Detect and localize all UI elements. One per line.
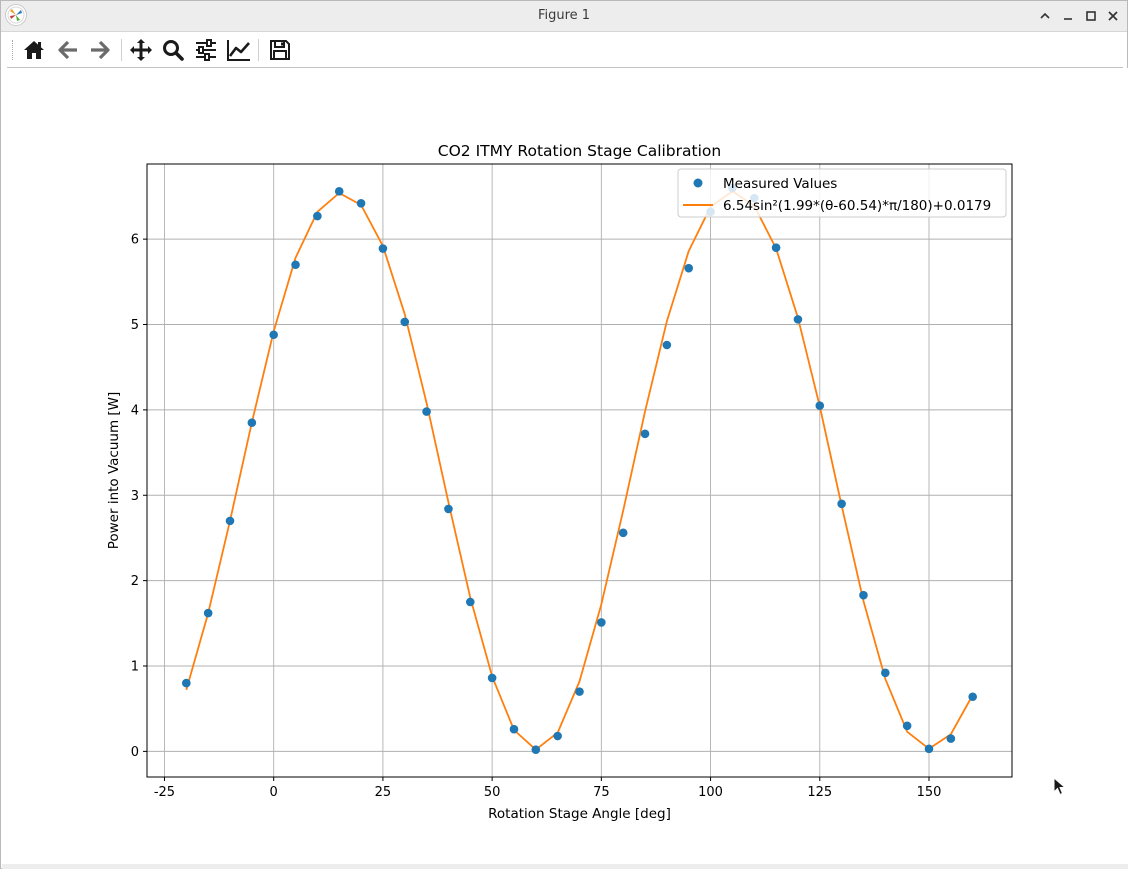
measured-point <box>378 244 388 253</box>
plot-figure[interactable]: -25 0 25 50 75 100 125 150 0 1 2 3 4 5 6 CO2 ITMY Rota… <box>2 68 1128 864</box>
y-tick-label: 4 <box>131 403 139 418</box>
arrow-right-icon <box>91 40 110 60</box>
floppy-disk-icon <box>270 40 290 60</box>
measured-point <box>662 340 672 350</box>
legend: Measured Values 6.54sin²(1.99*(θ-60.54)*… <box>677 168 1007 218</box>
measured-point <box>313 211 322 221</box>
sliders-icon <box>196 39 216 61</box>
measured-point <box>356 198 366 208</box>
legend-marker-measured <box>693 178 703 188</box>
measured-point <box>465 597 475 607</box>
measured-point <box>531 745 541 754</box>
measured-point <box>182 678 191 688</box>
status-bar <box>2 864 1128 869</box>
edit-axes-button[interactable] <box>224 35 254 65</box>
measured-point <box>771 243 781 252</box>
x-tick-label: 100 <box>698 785 723 800</box>
y-tick-label: 6 <box>131 233 139 248</box>
x-axis-label: Rotation Stage Angle [deg] <box>488 806 671 822</box>
measured-point <box>968 692 977 702</box>
measured-point <box>575 687 584 696</box>
line-chart-icon <box>227 40 250 61</box>
measured-point <box>509 724 519 734</box>
figure-canvas[interactable]: -25 0 25 50 75 100 125 150 0 1 2 3 4 5 6 CO2 ITMY Rota… <box>2 68 1128 864</box>
x-tick-label: 75 <box>593 785 610 800</box>
y-axis-label: Power into Vacuum [W] <box>106 392 122 550</box>
measured-point <box>444 504 453 514</box>
mouse-pointer-icon <box>1053 776 1067 797</box>
figure-window: Figure 1 -25 0 25 50 75 100 125 150 0 1 … <box>0 0 1128 869</box>
measured-point <box>815 401 825 410</box>
measured-point <box>334 187 344 196</box>
measured-point <box>902 721 912 731</box>
measured-point <box>553 731 562 741</box>
subplots-button[interactable] <box>191 35 221 65</box>
y-tick-label: 5 <box>131 318 139 333</box>
x-tick-label: 25 <box>375 785 392 800</box>
x-tick-label: 0 <box>270 785 278 800</box>
back-button[interactable] <box>53 35 83 65</box>
toolbar-grip[interactable] <box>12 40 15 60</box>
measured-point <box>881 668 890 678</box>
move-icon <box>130 39 152 61</box>
measured-point <box>487 673 497 683</box>
home-icon <box>24 41 44 59</box>
toolbar-separator <box>121 39 122 61</box>
y-tick-label: 3 <box>131 489 139 504</box>
grid-layer <box>147 164 1012 777</box>
x-tick-label: 50 <box>484 785 501 800</box>
y-tick-label: 2 <box>131 574 139 589</box>
axes-frame <box>146 163 1013 778</box>
forward-button[interactable] <box>85 35 115 65</box>
measured-point <box>247 418 257 427</box>
arrow-left-icon <box>58 40 77 60</box>
measured-point <box>597 618 606 627</box>
measured-point <box>837 499 846 509</box>
measured-point <box>793 315 803 324</box>
measured-points-layer <box>182 183 977 754</box>
measured-point <box>291 260 300 270</box>
window-title: Figure 1 <box>537 8 591 23</box>
zoom-button[interactable] <box>158 35 188 65</box>
legend-label-measured: Measured Values <box>723 176 837 192</box>
chart-title: CO2 ITMY Rotation Stage Calibration <box>438 142 721 160</box>
measured-point <box>640 429 650 439</box>
toolbar-separator <box>258 39 259 61</box>
chevron-up-icon[interactable] <box>1036 7 1054 25</box>
maximize-icon[interactable] <box>1082 7 1100 25</box>
measured-point <box>924 744 934 754</box>
pan-button[interactable] <box>126 35 156 65</box>
minimize-icon[interactable] <box>1059 7 1077 25</box>
close-icon[interactable] <box>1104 7 1122 25</box>
measured-point <box>269 330 278 340</box>
measured-point <box>400 317 410 327</box>
magnifier-icon <box>163 40 184 61</box>
measured-point <box>859 590 868 600</box>
x-tick-label: 150 <box>917 785 942 800</box>
save-button[interactable] <box>265 35 295 65</box>
legend-label-fit: 6.54sin²(1.99*(θ-60.54)*π/180)+0.0179 <box>723 198 991 214</box>
measured-point <box>618 528 628 538</box>
y-tick-label: 0 <box>131 745 139 760</box>
x-tick-label: 125 <box>807 785 832 800</box>
measured-point <box>422 407 431 416</box>
measured-point <box>946 734 956 743</box>
home-button[interactable] <box>19 35 49 65</box>
x-tick-label: -25 <box>154 785 175 800</box>
y-tick-label: 1 <box>131 660 139 675</box>
title-bar[interactable]: Figure 1 <box>1 1 1127 32</box>
measured-point <box>684 263 694 273</box>
measured-point <box>225 516 235 526</box>
measured-point <box>203 608 213 618</box>
